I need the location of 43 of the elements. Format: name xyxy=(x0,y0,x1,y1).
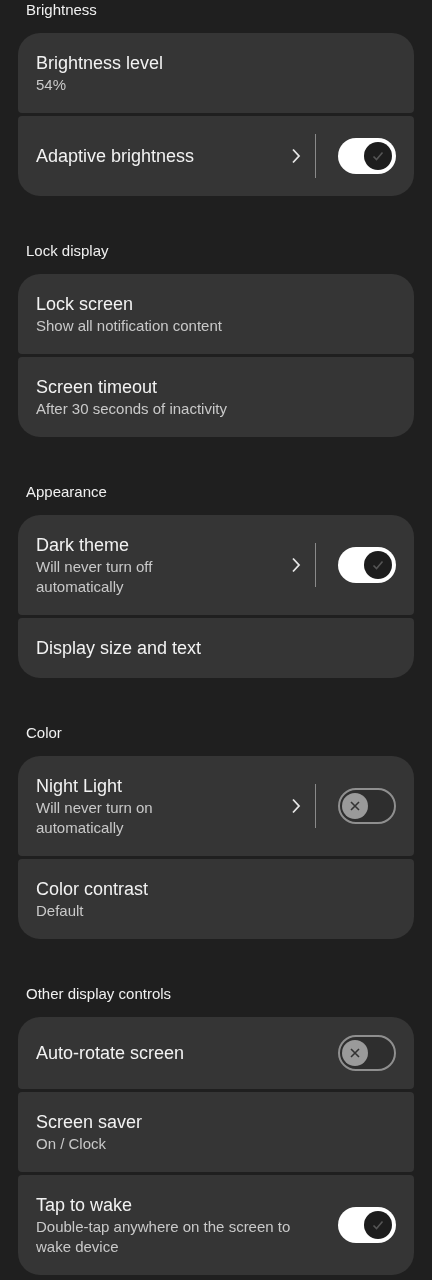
section-header: Other display controls xyxy=(25,984,173,1004)
settings-item[interactable]: Tap to wake Double-tap anywhere on the screen to wake device xyxy=(18,1175,414,1275)
item-title: Auto-rotate screen xyxy=(36,1042,186,1065)
settings-item[interactable]: Brightness level 54% xyxy=(18,33,414,113)
item-title: Adaptive brightness xyxy=(36,145,196,168)
item-title: Lock screen xyxy=(36,293,135,316)
settings-item[interactable]: Auto-rotate screen xyxy=(18,1017,414,1089)
item-subtitle: Default xyxy=(36,901,85,921)
settings-item[interactable]: Color contrast Default xyxy=(18,859,414,939)
chevron-icon[interactable] xyxy=(290,798,301,814)
settings-item[interactable]: Screen timeout After 30 seconds of inactivity xyxy=(18,357,414,437)
item-subtitle: Double-tap anywhere on the screen to wake device xyxy=(36,1217,292,1257)
toggle-switch[interactable] xyxy=(338,788,396,824)
section-header: Lock display xyxy=(25,241,110,261)
item-subtitle: 54% xyxy=(36,75,68,95)
settings-item[interactable]: Screen saver On / Clock xyxy=(18,1092,414,1172)
chevron-icon[interactable] xyxy=(290,557,301,573)
toggle-switch[interactable] xyxy=(338,547,396,583)
settings-item[interactable]: Lock screen Show all notification content xyxy=(18,274,414,354)
section-header: Appearance xyxy=(25,482,108,502)
item-subtitle: Will never turn off automatically xyxy=(36,557,154,597)
item-title: Color contrast xyxy=(36,878,150,901)
item-title: Display size and text xyxy=(36,637,203,660)
item-subtitle: On / Clock xyxy=(36,1134,108,1154)
settings-item[interactable]: Adaptive brightness xyxy=(18,116,414,196)
item-subtitle: Will never turn on automatically xyxy=(36,798,154,838)
settings-item[interactable]: Display size and text xyxy=(18,618,414,678)
item-title: Night Light xyxy=(36,775,124,798)
settings-item[interactable]: Dark theme Will never turn off automatically xyxy=(18,515,414,615)
item-subtitle: After 30 seconds of inactivity xyxy=(36,399,228,419)
item-title: Brightness level xyxy=(36,52,165,75)
toggle-switch[interactable] xyxy=(338,138,396,174)
item-title: Screen timeout xyxy=(36,376,159,399)
item-title: Screen saver xyxy=(36,1111,144,1134)
toggle-switch[interactable] xyxy=(338,1207,396,1243)
settings-item[interactable]: Night Light Will never turn on automatically xyxy=(18,756,414,856)
item-title: Tap to wake xyxy=(36,1194,134,1217)
toggle-switch[interactable] xyxy=(338,1035,396,1071)
chevron-icon[interactable] xyxy=(290,148,301,164)
item-subtitle: Show all notification content xyxy=(36,316,223,336)
section-header: Color xyxy=(25,723,63,743)
section-header: Brightness xyxy=(25,0,98,20)
item-title: Dark theme xyxy=(36,534,131,557)
